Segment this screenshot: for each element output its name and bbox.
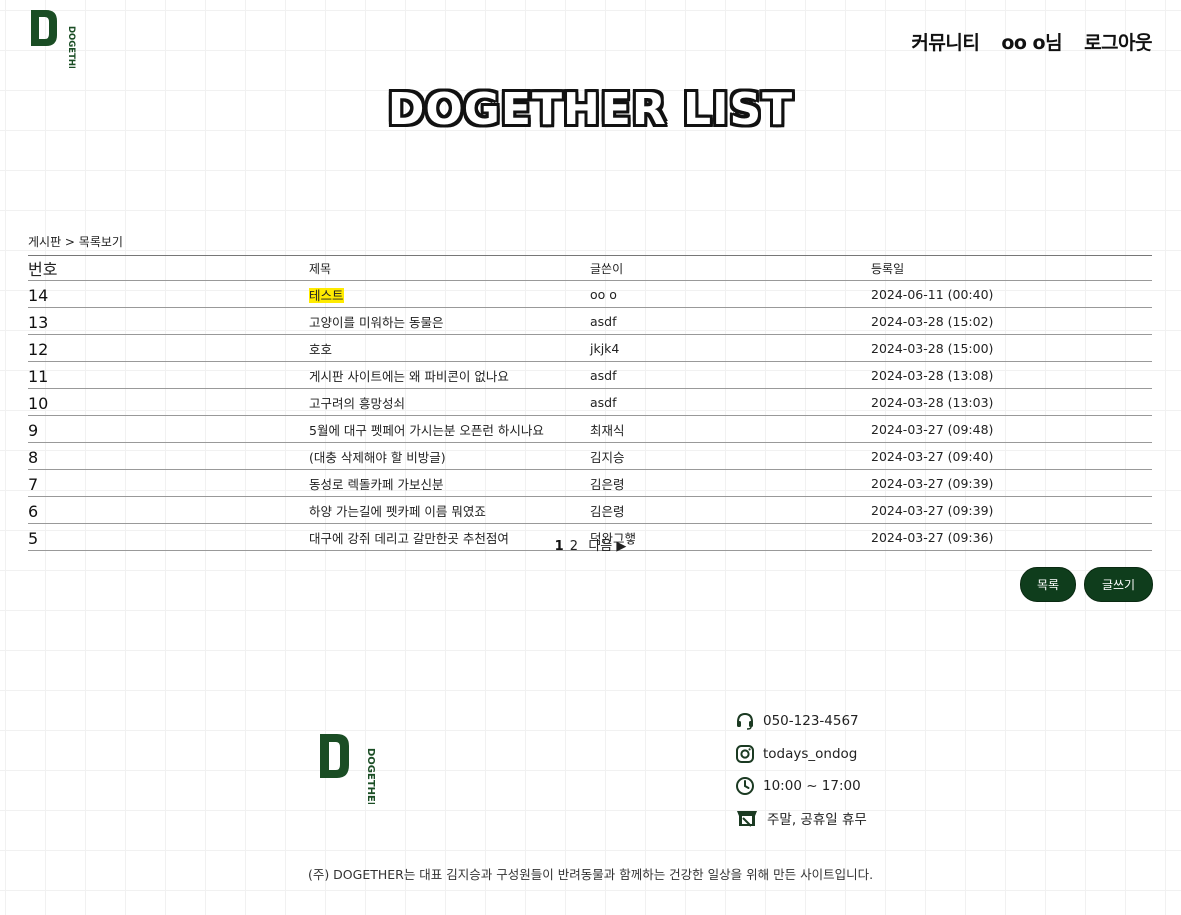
table-row[interactable]: 7 동성로 렉돌카페 가보신분 김은령 2024-03-27 (09:39) <box>28 469 1152 497</box>
row-title-cell: 게시판 사이트에는 왜 파비콘이 없나요 <box>309 361 590 389</box>
contact-hours: 10:00 ~ 17:00 <box>735 776 861 796</box>
closed-text: 주말, 공휴일 휴무 <box>767 812 867 828</box>
row-title-cell: 테스트 <box>309 280 590 308</box>
post-title-link[interactable]: 호호 <box>309 342 332 357</box>
row-date: 2024-03-27 (09:48) <box>871 415 1152 443</box>
table-row[interactable]: 11 게시판 사이트에는 왜 파비콘이 없나요 asdf 2024-03-28 (13… <box>28 361 1152 389</box>
row-title-cell: (대충 삭제해야 할 비방글) <box>309 442 590 470</box>
row-title-cell: 호호 <box>309 334 590 362</box>
table-row[interactable]: 13 고양이를 미워하는 동물은 asdf 2024-03-28 (15:02) <box>28 307 1152 335</box>
footer-logo-text: DOGETHER <box>365 748 376 804</box>
instagram-icon[interactable] <box>735 744 755 764</box>
row-writer: oo o <box>590 280 871 308</box>
row-title-cell: 고구려의 흥망성쇠 <box>309 388 590 416</box>
hours-text: 10:00 ~ 17:00 <box>763 778 861 794</box>
phone-text: 050-123-4567 <box>763 713 859 729</box>
page-1[interactable]: 1 <box>555 539 564 554</box>
row-date: 2024-03-27 (09:40) <box>871 442 1152 470</box>
nav-logout[interactable]: 로그아웃 <box>1084 28 1152 55</box>
row-date: 2024-03-27 (09:39) <box>871 469 1152 497</box>
contact-instagram: todays_ondog <box>735 744 857 764</box>
header-no: 번호 <box>28 255 309 281</box>
header-writer: 글쓴이 <box>590 255 871 281</box>
post-title-link[interactable]: 5월에 대구 펫페어 가시는분 오픈런 하시나요 <box>309 423 544 438</box>
row-number: 12 <box>28 334 309 362</box>
row-number: 7 <box>28 469 309 497</box>
header-date: 등록일 <box>871 255 1152 281</box>
table-row[interactable]: 10 고구려의 흥망성쇠 asdf 2024-03-28 (13:03) <box>28 388 1152 416</box>
post-title-link[interactable]: 테스트 <box>309 287 344 303</box>
board-table: 번호 제목 글쓴이 등록일 14 테스트 oo o 2024-06-11 (00:40… <box>28 255 1152 551</box>
logo-text: DOGETHER <box>66 26 76 68</box>
post-title-link[interactable]: 하양 가는길에 펫카페 이름 뭐였죠 <box>309 504 486 519</box>
row-title-cell: 5월에 대구 펫페어 가시는분 오픈런 하시나요 <box>309 415 590 443</box>
contact-phone: 050-123-4567 <box>735 711 859 731</box>
list-button[interactable]: 목록 <box>1020 567 1076 602</box>
row-writer: 김은령 <box>590 496 871 524</box>
row-writer: asdf <box>590 388 871 416</box>
post-title-link[interactable]: 고구려의 흥망성쇠 <box>309 396 405 411</box>
row-date: 2024-03-27 (09:39) <box>871 496 1152 524</box>
store-closed-icon <box>737 811 757 827</box>
table-row[interactable]: 6 하양 가는길에 펫카페 이름 뭐였죠 김은령 2024-03-27 (09:39) <box>28 496 1152 524</box>
row-date: 2024-03-28 (13:03) <box>871 388 1152 416</box>
header-title: 제목 <box>309 255 590 281</box>
page-2[interactable]: 2 <box>570 539 578 554</box>
row-writer: asdf <box>590 307 871 335</box>
row-writer: 최재식 <box>590 415 871 443</box>
top-nav: 커뮤니티 oo o님 로그아웃 <box>911 28 1152 55</box>
row-writer: 김지승 <box>590 442 871 470</box>
write-button[interactable]: 글쓰기 <box>1084 567 1153 602</box>
footer-logo: DOGETHER <box>320 734 376 804</box>
row-title-cell: 고양이를 미워하는 동물은 <box>309 307 590 335</box>
clock-icon <box>736 777 754 795</box>
table-row[interactable]: 12 호호 jkjk4 2024-03-28 (15:00) <box>28 334 1152 362</box>
row-title-cell: 하양 가는길에 펫카페 이름 뭐였죠 <box>309 496 590 524</box>
row-number: 14 <box>28 280 309 308</box>
row-number: 11 <box>28 361 309 389</box>
row-number: 6 <box>28 496 309 524</box>
table-row[interactable]: 9 5월에 대구 펫페어 가시는분 오픈런 하시나요 최재식 2024-03-27 (… <box>28 415 1152 443</box>
table-header-row: 번호 제목 글쓴이 등록일 <box>28 255 1152 281</box>
row-writer: 김은령 <box>590 469 871 497</box>
post-title-link[interactable]: 고양이를 미워하는 동물은 <box>309 315 443 330</box>
next-page-link[interactable]: 다음 ▶ <box>588 539 626 554</box>
page-title: DOGETHER LIST <box>387 84 794 135</box>
table-row[interactable]: 8 (대충 삭제해야 할 비방글) 김지승 2024-03-27 (09:40) <box>28 442 1152 470</box>
row-writer: jkjk4 <box>590 334 871 362</box>
footer-description: (주) DOGETHER는 대표 김지승과 구성원들이 반려동물과 함께하는 건… <box>307 867 874 882</box>
breadcrumb: 게시판 > 목록보기 <box>28 235 123 249</box>
row-date: 2024-03-28 (15:02) <box>871 307 1152 335</box>
post-title-link[interactable]: (대충 삭제해야 할 비방글) <box>309 450 446 465</box>
contact-closed: 주말, 공휴일 휴무 <box>735 808 867 828</box>
row-date: 2024-03-28 (15:00) <box>871 334 1152 362</box>
row-title-cell: 동성로 렉돌카페 가보신분 <box>309 469 590 497</box>
headset-icon <box>737 712 753 730</box>
row-number: 10 <box>28 388 309 416</box>
nav-user[interactable]: oo o님 <box>1001 28 1062 55</box>
row-number: 9 <box>28 415 309 443</box>
table-row[interactable]: 14 테스트 oo o 2024-06-11 (00:40) <box>28 280 1152 308</box>
row-date: 2024-03-28 (13:08) <box>871 361 1152 389</box>
dogether-logo[interactable]: DOGETHER <box>28 6 86 68</box>
nav-community[interactable]: 커뮤니티 <box>911 28 979 55</box>
pagination: 1 2 다음 ▶ <box>0 535 1181 554</box>
row-number: 13 <box>28 307 309 335</box>
post-title-link[interactable]: 동성로 렉돌카페 가보신분 <box>309 477 443 492</box>
instagram-text[interactable]: todays_ondog <box>763 746 857 762</box>
row-date: 2024-06-11 (00:40) <box>871 280 1152 308</box>
row-number: 8 <box>28 442 309 470</box>
row-writer: asdf <box>590 361 871 389</box>
post-title-link[interactable]: 게시판 사이트에는 왜 파비콘이 없나요 <box>309 369 509 384</box>
